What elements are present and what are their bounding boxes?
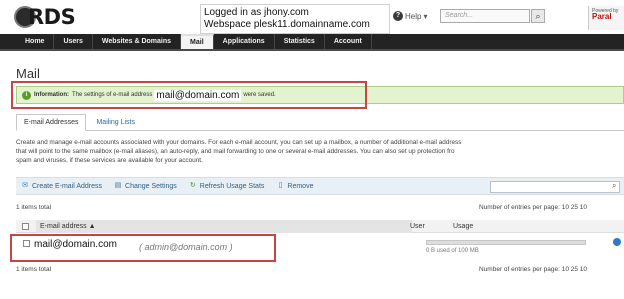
trash-icon: ▯ bbox=[278, 182, 283, 189]
sort-ascending-icon: ▲ bbox=[88, 223, 96, 230]
chevron-down-icon: ▾ bbox=[423, 11, 428, 21]
nav-account[interactable]: Account bbox=[325, 34, 372, 49]
table-header: E-mail address ▲ User Usage bbox=[16, 220, 624, 233]
header: RDS Logged in as jhony.com Webspace ples… bbox=[0, 0, 624, 34]
settings-icon: ▤ bbox=[114, 182, 122, 189]
logged-in-as: Logged in as jhony.com bbox=[204, 7, 309, 18]
description-line: that will point to the same mailbox (e-m… bbox=[16, 148, 455, 155]
column-user-header[interactable]: User bbox=[410, 223, 425, 230]
tab-mailing-lists[interactable]: Mailing Lists bbox=[88, 114, 143, 130]
nav-home[interactable]: Home bbox=[16, 34, 55, 49]
entries-per-page[interactable]: Number of entries per page: 10 25 10 bbox=[479, 266, 587, 273]
change-settings-label: Change Settings bbox=[125, 182, 177, 190]
remove-label: Remove bbox=[287, 182, 314, 190]
table-summary-top: 1 items total Number of entries per page… bbox=[16, 204, 624, 216]
nav-users[interactable]: Users bbox=[54, 34, 93, 49]
refresh-usage-label: Refresh Usage Stats bbox=[199, 182, 265, 190]
help-menu[interactable]: ? Help ▾ bbox=[393, 11, 427, 21]
webspace-info: Webspace plesk11.domainname.com bbox=[204, 19, 370, 30]
nav-websites-domains[interactable]: Websites & Domains bbox=[93, 34, 182, 49]
logo-text: RDS bbox=[28, 5, 76, 29]
page-description: Create and manage e-mail accounts associ… bbox=[16, 138, 624, 165]
nav-applications[interactable]: Applications bbox=[214, 34, 275, 49]
brand-badge: Powered by Paral bbox=[588, 6, 624, 30]
column-email-header[interactable]: E-mail address ▲ bbox=[36, 220, 412, 233]
items-total: 1 items total bbox=[16, 266, 52, 273]
info-icon[interactable] bbox=[613, 238, 621, 246]
brand-name: Paral bbox=[592, 12, 612, 21]
main-nav: Home Users Websites & Domains Mail Appli… bbox=[0, 34, 624, 51]
envelope-icon: ✉ bbox=[22, 182, 28, 189]
search-icon[interactable]: ⌕ bbox=[531, 9, 545, 23]
info-highlight-box bbox=[11, 81, 367, 109]
tab-bar: E-mail Addresses Mailing Lists bbox=[16, 114, 624, 131]
column-email-label: E-mail address bbox=[40, 223, 87, 230]
items-total: 1 items total bbox=[16, 204, 52, 211]
usage-text: 0 B used of 100 MB bbox=[426, 248, 479, 254]
help-icon: ? bbox=[393, 11, 403, 21]
tab-email-addresses[interactable]: E-mail Addresses bbox=[16, 114, 87, 131]
search-input[interactable]: Search... bbox=[440, 9, 530, 23]
search-icon[interactable]: ⌕ bbox=[612, 181, 616, 191]
entries-per-page[interactable]: Number of entries per page: 10 25 10 bbox=[479, 204, 587, 211]
description-line: spam and viruses, if these services are … bbox=[16, 157, 203, 164]
change-settings-button[interactable]: ▤ Change Settings bbox=[114, 182, 177, 190]
description-line: Create and manage e-mail accounts associ… bbox=[16, 139, 462, 146]
nav-mail[interactable]: Mail bbox=[181, 34, 214, 49]
create-email-label: Create E-mail Address bbox=[32, 182, 103, 190]
login-info: Logged in as jhony.com Webspace plesk11.… bbox=[200, 4, 390, 34]
toolbar: ✉ Create E-mail Address ▤ Change Setting… bbox=[16, 177, 624, 195]
remove-button[interactable]: ▯ Remove bbox=[276, 182, 313, 190]
row-highlight-box bbox=[10, 234, 276, 262]
list-search-input[interactable] bbox=[490, 181, 620, 193]
logo[interactable]: RDS bbox=[14, 5, 76, 29]
usage-progress-bar bbox=[426, 240, 586, 245]
nav-statistics[interactable]: Statistics bbox=[275, 34, 325, 49]
refresh-usage-button[interactable]: ↻ Refresh Usage Stats bbox=[189, 182, 265, 190]
refresh-icon: ↻ bbox=[189, 182, 196, 189]
help-label: Help bbox=[405, 11, 422, 21]
select-all-checkbox[interactable] bbox=[22, 223, 29, 230]
table-summary-bottom: 1 items total Number of entries per page… bbox=[16, 266, 624, 278]
page-title: Mail bbox=[16, 66, 40, 81]
column-usage-header[interactable]: Usage bbox=[453, 223, 473, 230]
create-email-button[interactable]: ✉ Create E-mail Address bbox=[21, 182, 102, 190]
